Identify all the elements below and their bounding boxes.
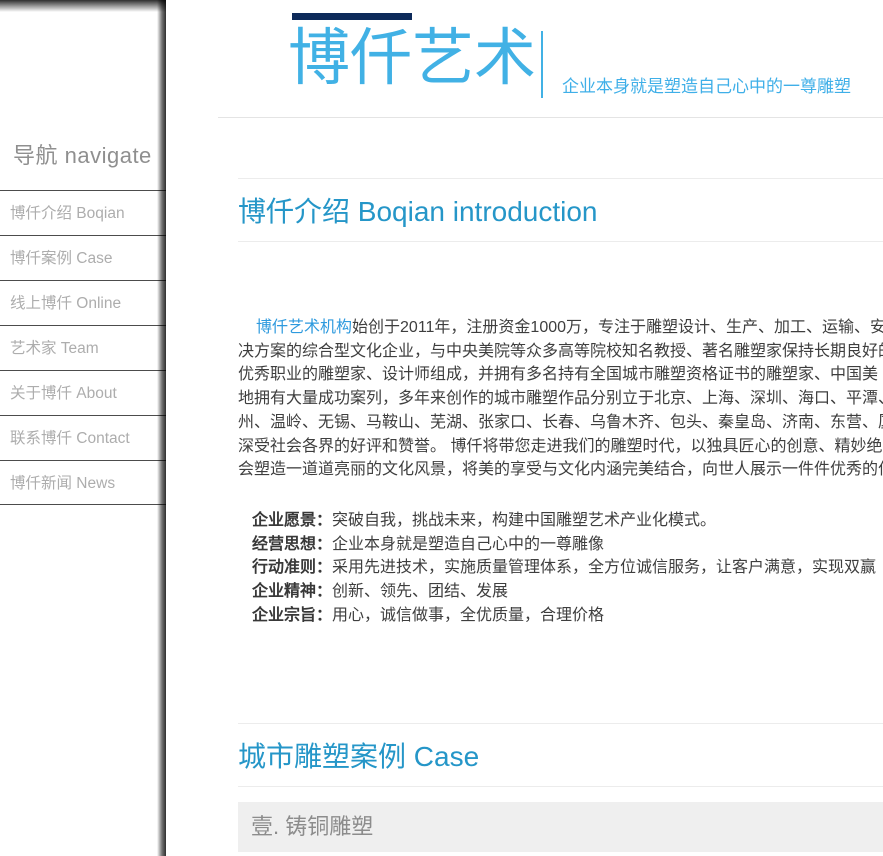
sidebar-item-boqian-intro[interactable]: 博仟介绍 Boqian — [0, 190, 166, 235]
logo-divider — [541, 31, 543, 98]
case-section-heading: 城市雕塑案例 Case — [238, 723, 883, 787]
sidebar-item-news[interactable]: 博仟新闻 News — [0, 460, 166, 505]
value-text: 突破自我，挑战未来，构建中国雕塑艺术产业化模式。 — [332, 512, 716, 529]
site-header: 博仟艺术 企业本身就是塑造自己心中的一尊雕塑 — [218, 0, 883, 118]
value-text: 用心，诚信做事，全优质量，合理价格 — [332, 607, 604, 624]
paragraph-line: 决方案的综合型文化企业，与中央美院等众多高等院校知名教授、著名雕塑家保持长期良好… — [238, 340, 883, 364]
paragraph-line: 会塑造一道道亮丽的文化风景，将美的享受与文化内涵完美结合，向世人展示一件件优秀的… — [238, 458, 883, 482]
value-label: 经营思想： — [252, 536, 332, 553]
value-text: 创新、领先、团结、发展 — [332, 583, 508, 600]
value-item-vision: 企业愿景：突破自我，挑战未来，构建中国雕塑艺术产业化模式。 — [252, 509, 883, 533]
sidebar-item-contact[interactable]: 联系博仟 Contact — [0, 415, 166, 460]
sidebar-item-about[interactable]: 关于博仟 About — [0, 370, 166, 415]
value-label: 企业宗旨： — [252, 607, 332, 624]
paragraph-line: 博仟艺术机构始创于2011年，注册资金1000万，专注于雕塑设计、生产、加工、运… — [238, 316, 883, 340]
intro-paragraph: 博仟艺术机构始创于2011年，注册资金1000万，专注于雕塑设计、生产、加工、运… — [238, 316, 883, 482]
sidebar: 导航 navigate 博仟介绍 Boqian 博仟案例 Case 线上博仟 O… — [0, 0, 166, 856]
logo-accent-bar — [292, 13, 412, 20]
paragraph-line: 深受社会各界的好评和赞誉。 博仟将带您走进我们的雕塑时代，以独具匠心的创意、精妙… — [238, 435, 883, 459]
nav-list: 博仟介绍 Boqian 博仟案例 Case 线上博仟 Online 艺术家 Te… — [0, 190, 166, 505]
value-item-tenet: 企业宗旨：用心，诚信做事，全优质量，合理价格 — [252, 604, 883, 628]
case-subsection-bar: 壹. 铸铜雕塑 — [238, 802, 883, 852]
site-logo[interactable]: 博仟艺术 — [288, 22, 536, 96]
main-content-area: 博仟艺术 企业本身就是塑造自己心中的一尊雕塑 博仟介绍 Boqian intro… — [218, 0, 883, 852]
intro-section-heading: 博仟介绍 Boqian introduction — [238, 178, 883, 242]
value-item-spirit: 企业精神：创新、领先、团结、发展 — [252, 580, 883, 604]
value-text: 企业本身就是塑造自己心中的一尊雕像 — [332, 536, 604, 553]
boqian-org-link[interactable]: 博仟艺术机构 — [256, 319, 352, 336]
value-item-principle: 行动准则：采用先进技术，实施质量管理体系，全方位诚信服务，让客户满意，实现双赢 — [252, 556, 883, 580]
value-item-philosophy: 经营思想：企业本身就是塑造自己心中的一尊雕像 — [252, 533, 883, 557]
sidebar-item-case[interactable]: 博仟案例 Case — [0, 235, 166, 280]
intro-section: 博仟介绍 Boqian introduction 博仟艺术机构始创于2011年，… — [218, 178, 883, 852]
value-label: 企业精神： — [252, 583, 332, 600]
company-values-list: 企业愿景：突破自我，挑战未来，构建中国雕塑艺术产业化模式。 经营思想：企业本身就… — [238, 509, 883, 628]
site-tagline: 企业本身就是塑造自己心中的一尊雕塑 — [562, 72, 851, 97]
value-label: 企业愿景： — [252, 512, 332, 529]
value-label: 行动准则： — [252, 559, 332, 576]
paragraph-line: 州、温岭、无锡、马鞍山、芜湖、张家口、长春、乌鲁木齐、包头、秦皇岛、济南、东营、… — [238, 411, 883, 435]
paragraph-line: 优秀职业的雕塑家、设计师组成，并拥有多名持有全国城市雕塑资格证书的雕塑家、中国美 — [238, 363, 883, 387]
paragraph-line: 地拥有大量成功案列，多年来创作的城市雕塑作品分别立于北京、上海、深圳、海口、平潭… — [238, 387, 883, 411]
sidebar-item-team[interactable]: 艺术家 Team — [0, 325, 166, 370]
sidebar-item-online[interactable]: 线上博仟 Online — [0, 280, 166, 325]
value-text: 采用先进技术，实施质量管理体系，全方位诚信服务，让客户满意，实现双赢 — [332, 559, 876, 576]
sidebar-title: 导航 navigate — [13, 138, 166, 170]
paragraph-line-text: 始创于2011年，注册资金1000万，专注于雕塑设计、生产、加工、运输、安 — [352, 319, 883, 336]
